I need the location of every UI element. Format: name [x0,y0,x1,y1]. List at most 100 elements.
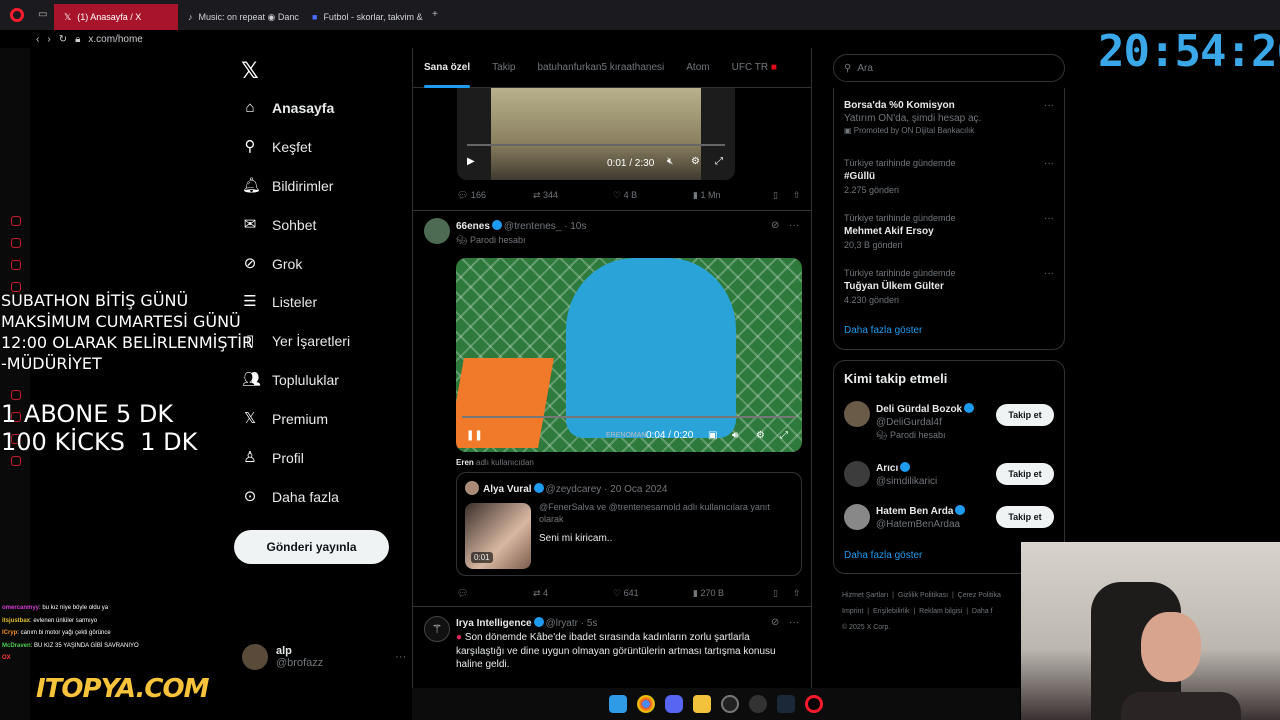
volume-icon[interactable]: 🔊︎ [732,430,738,441]
fullscreen-icon[interactable]: ⤢ [715,156,723,167]
new-tab-icon[interactable]: + [432,10,442,20]
show-more-link[interactable]: Daha fazla göster [844,550,922,561]
trend-item[interactable]: Türkiye tarihinde gündemde Tuğyan Ülkem … [844,268,956,305]
footer-line[interactable]: Hizmet Şartları | Gizlilik Politikası | … [842,588,1001,604]
steam-icon[interactable] [777,695,795,713]
follow-button[interactable]: Takip et [996,506,1054,528]
settings-icon[interactable]: ⚙ [756,430,765,441]
views-button[interactable]: ▮ 1 Mn [693,190,773,201]
follow-suggestion[interactable]: Hatem Ben Arda @HatemBenArdaa [876,505,967,530]
repost-button[interactable]: ⇄ 344 [533,190,613,201]
like-button[interactable]: ♡ 4 B [613,190,693,201]
captions-icon[interactable]: ▣ [708,430,717,441]
promoted-trend[interactable]: Borsa'da %0 Komisyon Yatırım ON'da, şimd… [844,100,981,135]
tab-atom[interactable]: Atom [675,48,720,88]
browser-tab-football[interactable]: ■ Futbol - skorlar, takvim & [302,4,426,30]
windows-start-icon[interactable] [609,695,627,713]
grok-icon[interactable]: ⊘ [771,617,779,628]
folder-icon[interactable] [693,695,711,713]
views-button[interactable]: ▮ 270 B [693,588,773,599]
nav-item-communities[interactable]: 👥︎ Topluluklar [242,372,339,389]
nav-item-more[interactable]: ⊙ Daha fazla [242,489,339,506]
sidebar-app-icon[interactable] [11,390,21,400]
follow-button[interactable]: Takip et [996,463,1054,485]
more-dots-icon[interactable]: ··· [1044,158,1054,169]
nav-item-explore[interactable]: ⚲ Keşfet [242,139,312,156]
tweet-time[interactable]: · 10s [564,221,586,232]
search-input[interactable]: ⚲ Ara [833,54,1065,82]
more-dots-icon[interactable]: ··· [789,220,799,231]
play-icon[interactable]: ▶ [467,156,475,167]
tab-following[interactable]: Takip [481,48,526,88]
avatar[interactable] [844,461,870,487]
grok-icon[interactable]: ⊘ [771,220,779,231]
tab-list[interactable]: batuhanfurkan5 kıraathanesi [527,48,676,88]
sidebar-app-icon[interactable] [11,456,21,466]
account-switcher[interactable]: alp @brofazz ··· [242,644,406,670]
x-logo-icon[interactable]: 𝕏 [241,58,259,84]
tab-for-you[interactable]: Sana özel [413,48,481,88]
sidebar-app-icon[interactable] [11,238,21,248]
tab-ufc[interactable]: UFC TR ■ [721,48,788,88]
share-icon[interactable]: ⇧ [793,588,801,599]
workspaces-icon[interactable]: ▭ [38,10,48,20]
follow-suggestion[interactable]: Arıcı @simdilikarici [876,462,937,487]
video-player[interactable]: ▶ 0:01 / 2:30 🔇︎ ⚙ ⤢ [457,88,735,180]
more-dots-icon[interactable]: ··· [395,651,406,663]
reply-button[interactable]: 💬︎ [457,588,533,599]
opera-logo-icon[interactable] [10,8,24,22]
avatar[interactable] [844,504,870,530]
trend-item[interactable]: Türkiye tarihinde gündemde Mehmet Akif E… [844,213,956,250]
reload-icon[interactable]: ↻ [59,34,67,45]
show-more-link[interactable]: Daha fazla göster [844,325,922,336]
bookmark-icon[interactable]: ▯ [773,588,793,599]
more-dots-icon[interactable]: ··· [1044,213,1054,224]
url-field[interactable]: x.com/home [88,34,142,45]
video-progress[interactable] [462,416,796,418]
settings-icon[interactable]: ⚙ [691,156,700,167]
bookmark-icon[interactable]: ▯ [773,190,793,201]
post-button[interactable]: Gönderi yayınla [234,530,389,564]
avatar[interactable]: ⚚ [424,616,450,642]
more-dots-icon[interactable]: ··· [1044,100,1054,111]
avatar[interactable] [424,218,450,244]
tweet-author[interactable]: Irya Intelligence [456,618,532,629]
nav-item-notifications[interactable]: 🔔︎ Bildirimler [242,178,333,195]
repost-button[interactable]: ⇄ 4 [533,588,613,599]
browser-tab-music[interactable]: ♪ Music: on repeat ◉ Danc [178,4,302,30]
sidebar-app-icon[interactable] [11,260,21,270]
video-progress[interactable] [467,144,725,146]
opera-gx-icon[interactable] [805,695,823,713]
nav-item-home[interactable]: ⌂ Anasayfa [242,100,334,117]
app-icon[interactable] [749,695,767,713]
tweet-handle[interactable]: @trentenes_ [504,221,561,232]
nav-item-messages[interactable]: ✉ Sohbet [242,217,317,234]
forward-icon[interactable]: › [47,34,50,45]
tweet-time[interactable]: · 5s [581,618,598,629]
more-dots-icon[interactable]: ··· [1044,268,1054,279]
footer-line[interactable]: Imprint | Erişilebilirlik | Reklam bilgi… [842,604,1001,620]
sidebar-app-icon[interactable] [11,216,21,226]
fullscreen-icon[interactable]: ⤢ [780,430,788,441]
quoted-tweet[interactable]: Alya Vural @zeydcarey · 20 Oca 2024 0:01 … [456,472,802,576]
quote-thumbnail[interactable]: 0:01 [465,503,531,569]
app-icon[interactable] [721,695,739,713]
nav-item-bookmarks[interactable]: ▯ Yer İşaretleri [242,333,350,350]
like-button[interactable]: ♡ 641 [613,588,693,599]
follow-button[interactable]: Takip et [996,404,1054,426]
video-player[interactable]: ❚❚ ERENOMAN 0:04 / 0:20 ▣ 🔊︎ ⚙ ⤢ [456,258,802,452]
mute-icon[interactable]: 🔇︎ [667,156,673,167]
nav-item-lists[interactable]: ☰ Listeler [242,294,317,311]
follow-suggestion[interactable]: Deli Gürdal Bozok @DeliGurdal4f 🎭︎ Parod… [876,403,976,441]
nav-item-premium[interactable]: 𝕏 Premium [242,411,328,428]
replying-user[interactable]: Eren [456,458,474,467]
chrome-icon[interactable] [637,695,655,713]
nav-item-grok[interactable]: ⊘ Grok [242,256,303,273]
trend-item[interactable]: Türkiye tarihinde gündemde #Güllü 2.275 … [844,158,956,195]
nav-item-profile[interactable]: ♙ Profil [242,450,304,467]
reply-button[interactable]: 💬︎ 166 [457,190,533,201]
avatar[interactable] [844,401,870,427]
browser-tab-x[interactable]: 𝕏 (1) Anasayfa / X [54,4,178,30]
more-dots-icon[interactable]: ··· [789,617,799,628]
tweet-author[interactable]: 66enes [456,221,490,232]
